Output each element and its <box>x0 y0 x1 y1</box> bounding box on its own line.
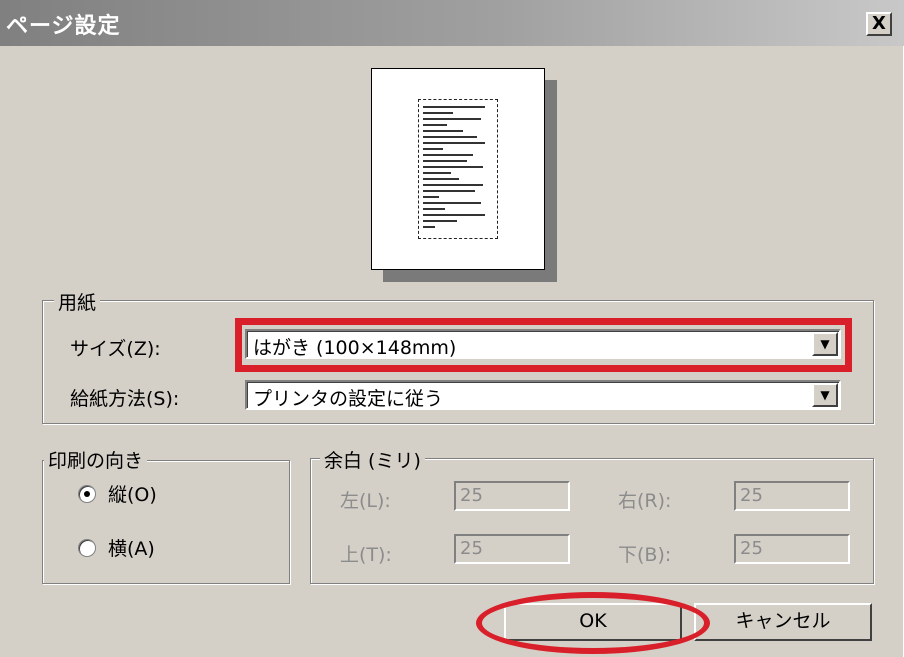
margin-right-value: 25 <box>740 485 763 506</box>
margin-bottom-label: 下(B): <box>618 544 672 566</box>
portrait-radio[interactable] <box>78 485 96 503</box>
landscape-label[interactable]: 横(A) <box>108 534 155 561</box>
highlight-box-annotation <box>235 318 852 372</box>
highlight-ellipse-annotation <box>476 592 710 654</box>
paper-source-dropdown-button[interactable]: ▼ <box>812 383 838 407</box>
paper-group-label: 用紙 <box>54 288 101 315</box>
margin-right-input[interactable]: 25 <box>734 481 850 511</box>
page-preview <box>371 68 545 270</box>
close-icon: X <box>872 13 886 34</box>
margin-left-label: 左(L): <box>340 490 391 512</box>
paper-source-label: 給紙方法(S): <box>70 388 180 410</box>
margin-top-label: 上(T): <box>340 544 392 566</box>
page-setup-dialog: ページ設定 X 用紙 サイズ(Z): はがき (100×148mm) ▼ 給紙方… <box>0 0 904 657</box>
margins-group-label: 余白 (ミリ) <box>320 446 425 473</box>
title-bar[interactable]: ページ設定 X <box>0 0 904 46</box>
margin-bottom-value: 25 <box>740 538 763 559</box>
paper-source-value: プリンタの設定に従う <box>253 388 444 410</box>
paper-size-label: サイズ(Z): <box>70 338 161 360</box>
paper-source-select[interactable]: プリンタの設定に従う ▼ <box>245 380 841 410</box>
chevron-down-icon: ▼ <box>820 388 830 402</box>
margins-group <box>310 458 874 584</box>
dialog-title: ページ設定 <box>6 14 121 39</box>
margin-top-value: 25 <box>460 538 483 559</box>
orientation-group <box>42 460 290 584</box>
margin-bottom-input[interactable]: 25 <box>734 534 850 564</box>
portrait-label[interactable]: 縦(O) <box>108 480 157 507</box>
margin-right-label: 右(R): <box>618 490 672 512</box>
margin-top-input[interactable]: 25 <box>454 534 570 564</box>
margin-left-value: 25 <box>460 485 483 506</box>
orientation-group-label: 印刷の向き <box>44 446 148 473</box>
close-button[interactable]: X <box>866 12 892 36</box>
preview-margin-frame <box>418 99 498 239</box>
cancel-button[interactable]: キャンセル <box>694 603 872 641</box>
landscape-radio[interactable] <box>78 539 96 557</box>
margin-left-input[interactable]: 25 <box>454 481 570 511</box>
